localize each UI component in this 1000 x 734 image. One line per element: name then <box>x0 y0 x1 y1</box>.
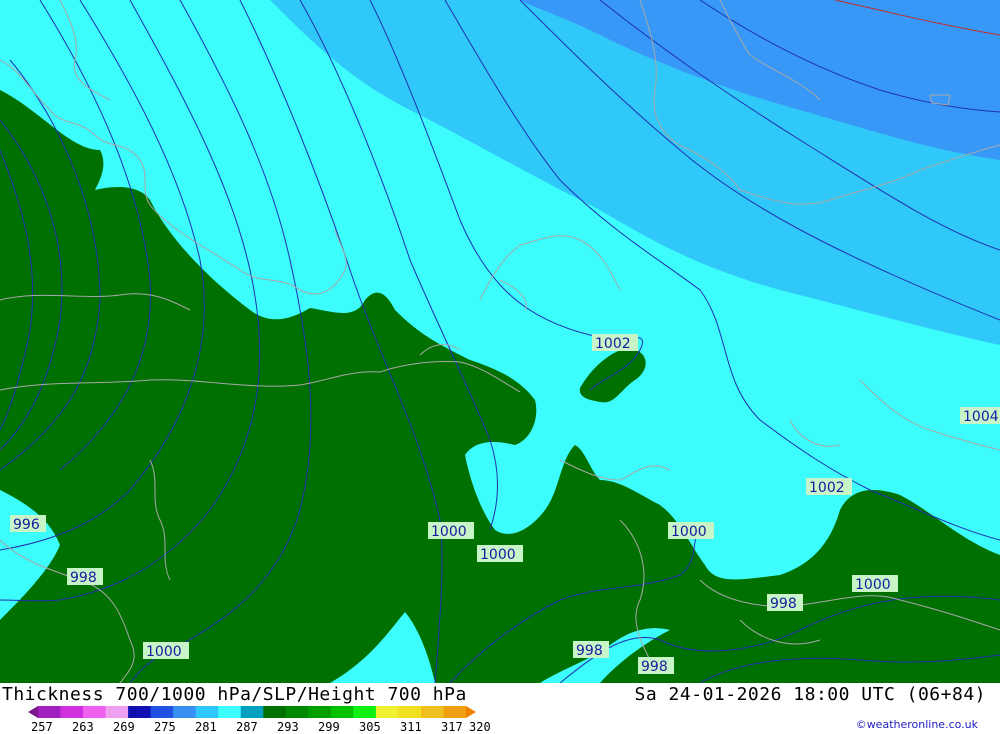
svg-text:1004: 1004 <box>963 409 999 425</box>
isobar-label: 1002 <box>592 334 638 352</box>
isobar-label: 1000 <box>852 575 898 593</box>
svg-text:998: 998 <box>70 570 97 586</box>
scale-tick-label: 281 <box>195 720 217 734</box>
svg-text:1000: 1000 <box>146 644 182 660</box>
credit-link[interactable]: ©weatheronline.co.uk <box>856 718 978 731</box>
isobar-label: 1000 <box>668 522 714 540</box>
svg-text:1000: 1000 <box>855 577 891 593</box>
isobar-label: 998 <box>573 641 609 659</box>
color-scale <box>28 706 476 718</box>
scale-tick-label: 320 <box>469 720 491 734</box>
scale-arrow-right <box>466 706 476 718</box>
isobar-label: 1000 <box>143 642 189 660</box>
isobar-label: 1002 <box>806 478 852 496</box>
color-scale-ticks: 257 263 269 275 281 287 293 299 305 311 317 320 <box>28 720 498 734</box>
scale-swatch <box>398 706 422 718</box>
weather-map: 1002 1004 1002 996 998 1000 1000 1000 10… <box>0 0 1000 683</box>
scale-swatch <box>38 706 62 718</box>
scale-tick-label: 293 <box>277 720 299 734</box>
scale-swatch <box>83 706 107 718</box>
scale-tick-label: 263 <box>72 720 94 734</box>
scale-tick-label: 305 <box>359 720 381 734</box>
isobar-label: 998 <box>767 594 803 612</box>
svg-text:1000: 1000 <box>671 524 707 540</box>
scale-swatch <box>105 706 129 718</box>
scale-swatch <box>60 706 84 718</box>
isobar-label: 998 <box>638 657 674 675</box>
isobar-label: 1000 <box>477 545 523 563</box>
isobar-label: 1000 <box>428 522 474 540</box>
map-title: Thickness 700/1000 hPa/SLP/Height 700 hP… <box>2 684 467 705</box>
svg-text:1000: 1000 <box>431 524 467 540</box>
scale-swatch <box>443 706 467 718</box>
scale-swatch <box>308 706 332 718</box>
svg-text:1002: 1002 <box>809 480 845 496</box>
scale-swatch <box>240 706 264 718</box>
scale-swatch <box>218 706 242 718</box>
valid-datetime: Sa 24-01-2026 18:00 UTC (06+84) <box>634 684 986 705</box>
svg-text:998: 998 <box>576 643 603 659</box>
scale-tick-label: 317 <box>441 720 463 734</box>
scale-tick-label: 287 <box>236 720 258 734</box>
scale-swatch <box>173 706 197 718</box>
svg-text:1000: 1000 <box>480 547 516 563</box>
scale-swatch <box>330 706 354 718</box>
scale-swatch <box>375 706 399 718</box>
isobar-label: 998 <box>67 568 103 586</box>
scale-swatch <box>128 706 152 718</box>
scale-arrow-left <box>28 706 38 718</box>
svg-text:1002: 1002 <box>595 336 631 352</box>
scale-tick-label: 311 <box>400 720 422 734</box>
scale-swatch <box>420 706 444 718</box>
scale-tick-label: 257 <box>31 720 53 734</box>
scale-swatch <box>285 706 309 718</box>
scale-swatch <box>353 706 377 718</box>
scale-tick-label: 269 <box>113 720 135 734</box>
svg-text:998: 998 <box>641 659 668 675</box>
scale-tick-label: 275 <box>154 720 176 734</box>
svg-text:998: 998 <box>770 596 797 612</box>
isobar-label: 1004 <box>960 407 1000 425</box>
scale-swatch <box>150 706 174 718</box>
scale-swatch <box>263 706 287 718</box>
scale-swatch <box>195 706 219 718</box>
isobar-label: 996 <box>10 515 46 533</box>
scale-tick-label: 299 <box>318 720 340 734</box>
svg-text:996: 996 <box>13 517 40 533</box>
